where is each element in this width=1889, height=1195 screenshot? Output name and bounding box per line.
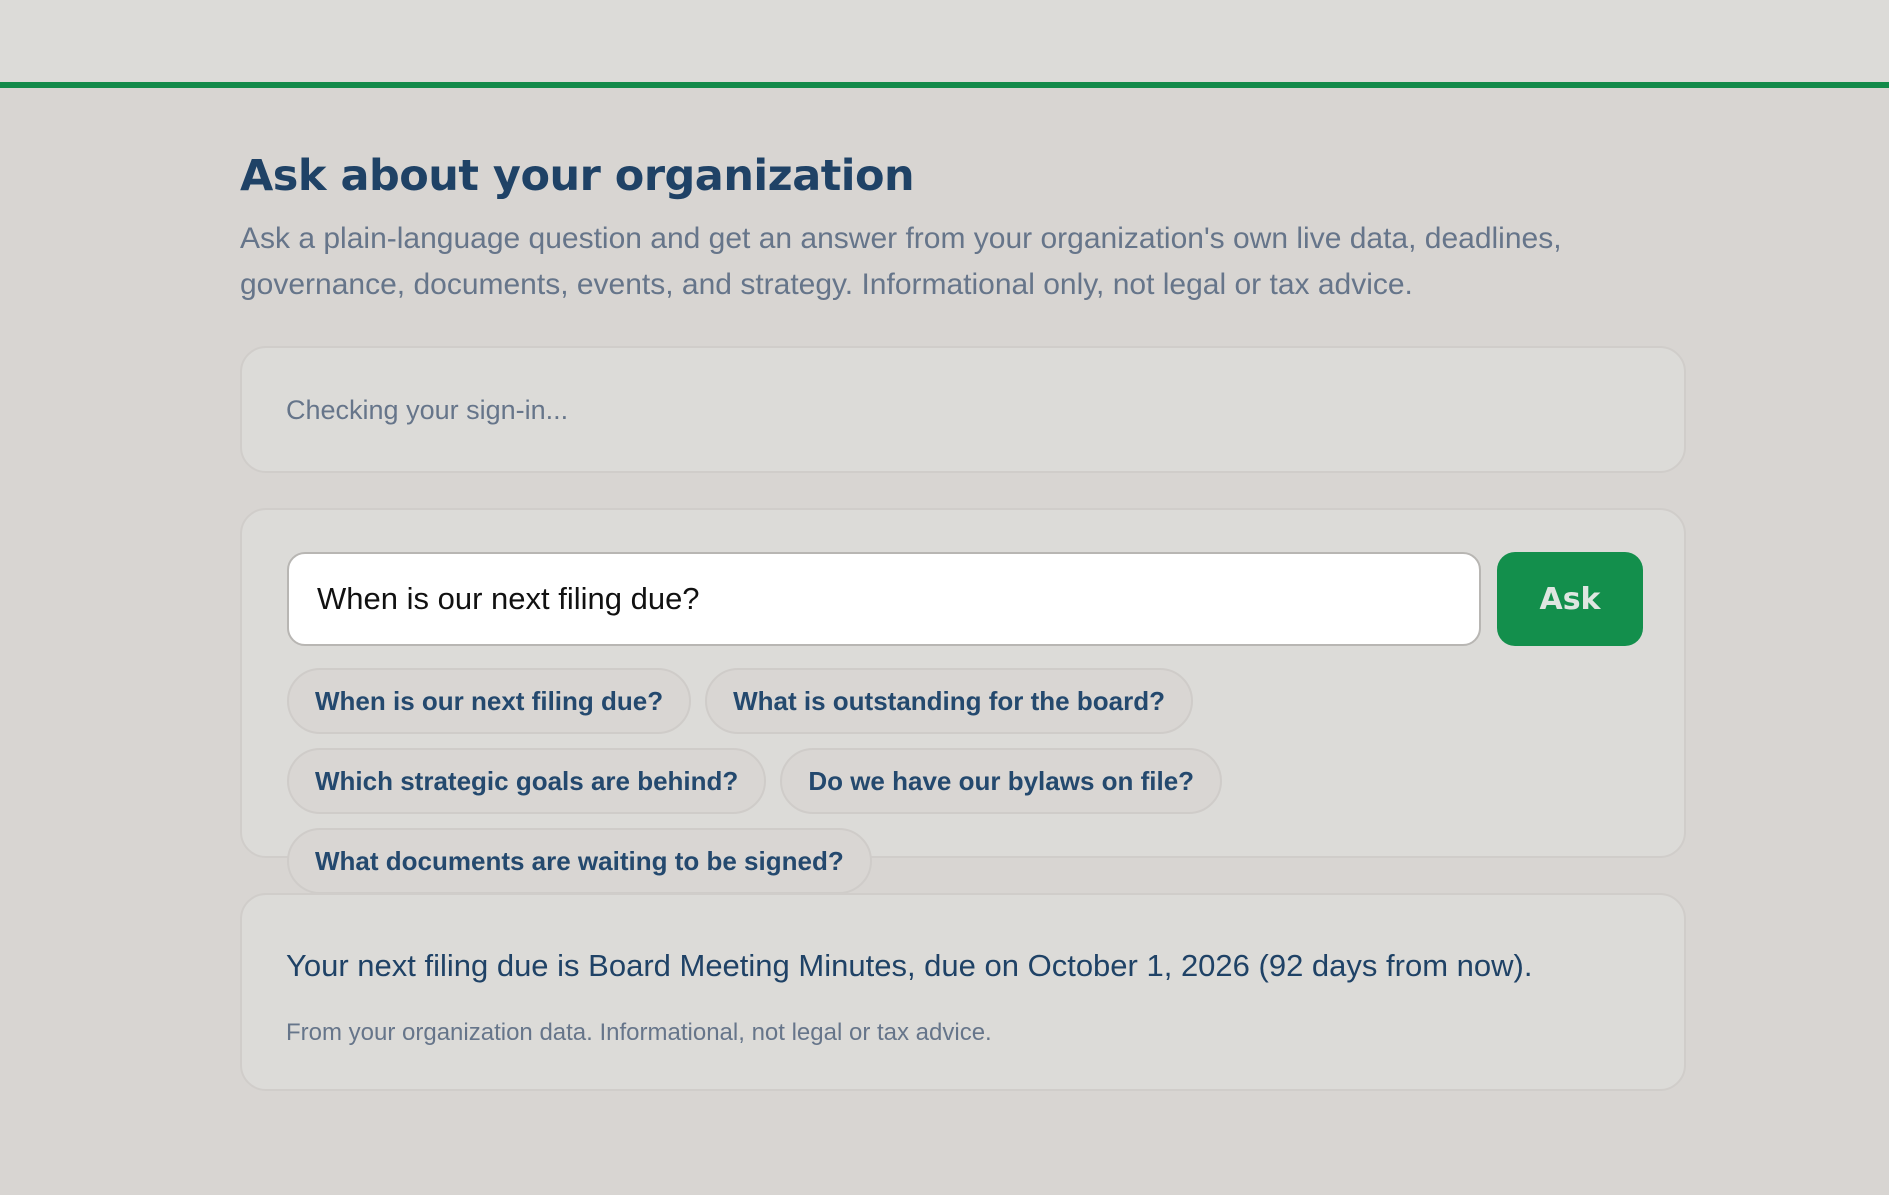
main-content: Ask about your organization Ask a plain-… <box>240 148 1688 1091</box>
top-bar <box>0 0 1889 88</box>
answer-card: Your next filing due is Board Meeting Mi… <box>240 893 1686 1091</box>
sign-in-status-card: Checking your sign-in... <box>240 346 1686 473</box>
suggestion-chip-goals-behind[interactable]: Which strategic goals are behind? <box>287 748 767 814</box>
sign-in-status-text: Checking your sign-in... <box>286 395 569 425</box>
suggested-questions: When is our next filing due? What is out… <box>287 668 1667 894</box>
suggestion-chip-documents-to-sign[interactable]: What documents are waiting to be signed? <box>287 828 872 894</box>
question-input[interactable] <box>287 552 1481 646</box>
answer-disclaimer: From your organization data. Information… <box>286 1019 992 1046</box>
question-card: Ask When is our next filing due? What is… <box>240 508 1686 894</box>
suggestion-chip-next-filing[interactable]: When is our next filing due? <box>287 668 692 734</box>
answer-text: Your next filing due is Board Meeting Mi… <box>286 948 1533 983</box>
suggestion-chip-board-outstanding[interactable]: What is outstanding for the board? <box>705 668 1193 734</box>
suggestion-chip-bylaws[interactable]: Do we have our bylaws on file? <box>780 748 1223 814</box>
page-subtitle: Ask a plain-language question and get an… <box>240 222 1562 301</box>
page-title: Ask about your organization <box>240 151 915 201</box>
ask-button[interactable]: Ask <box>1497 552 1643 646</box>
